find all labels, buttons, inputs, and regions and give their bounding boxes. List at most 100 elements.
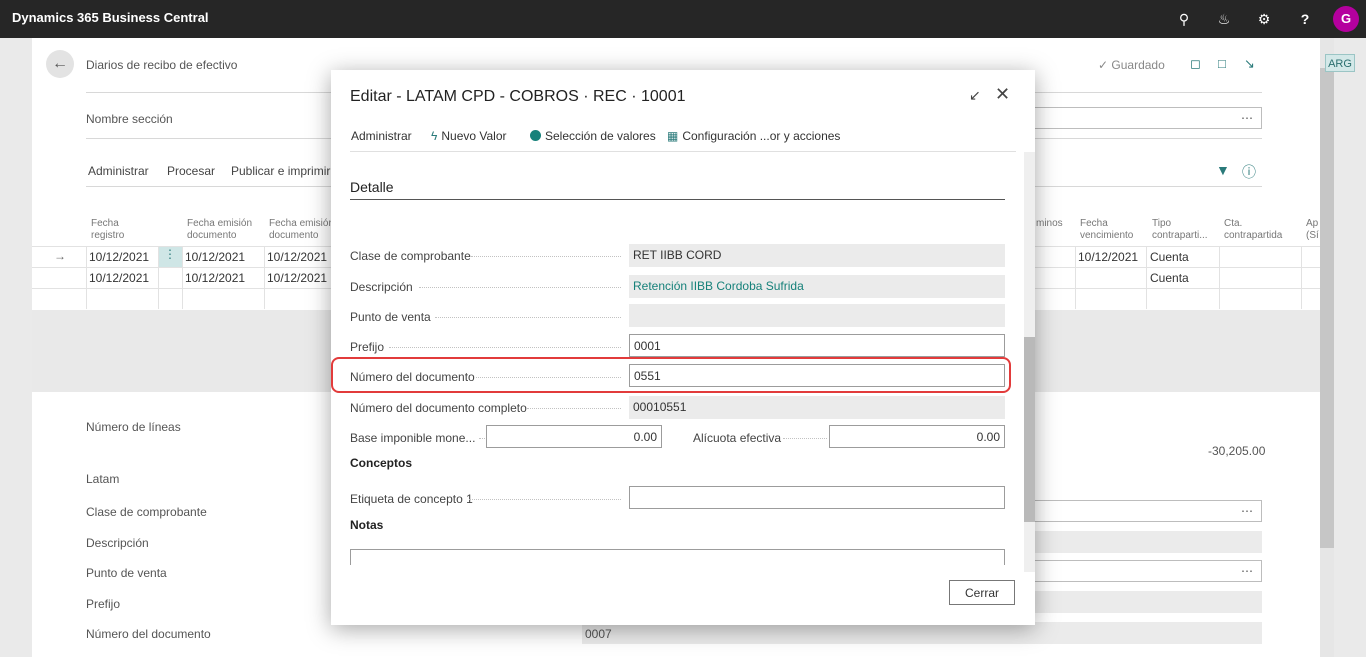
grid-divider: [86, 246, 87, 309]
input-etiqueta-concepto[interactable]: [629, 486, 1005, 509]
cell-fecha-vencimiento[interactable]: 10/12/2021: [1078, 250, 1138, 264]
app-brand[interactable]: Dynamics 365 Business Central: [12, 10, 209, 25]
grid-divider: [1219, 246, 1220, 309]
grid-header[interactable]: Fecha vencimiento: [1080, 218, 1133, 242]
ellipsis-icon[interactable]: ⋯: [1241, 504, 1253, 518]
latam-heading: Latam: [86, 472, 120, 486]
bg-field-descripcion: [1022, 531, 1262, 553]
avatar[interactable]: G: [1333, 6, 1359, 32]
num-lineas-label: Número de líneas: [86, 420, 181, 434]
toolbar-nuevo-valor-label: Nuevo Valor: [441, 129, 507, 143]
dialog-scrollbar[interactable]: [1024, 152, 1035, 572]
leader-dots: [469, 499, 621, 500]
leader-dots: [479, 438, 485, 439]
region-badge: ARG: [1325, 54, 1355, 72]
notas-heading: Notas: [350, 518, 384, 532]
input-alicuota[interactable]: 0.00: [829, 425, 1005, 448]
leader-dots: [419, 287, 621, 288]
grid-header[interactable]: Ap (Sí: [1306, 218, 1319, 242]
grid-header[interactable]: Fecha registro: [91, 218, 124, 242]
grid-header[interactable]: Cta. contrapartida: [1224, 218, 1282, 242]
bell-icon[interactable]: ♨: [1215, 10, 1233, 28]
cell-fecha-emision[interactable]: 10/12/2021: [185, 271, 245, 285]
cell-fecha-emision-2[interactable]: 10/12/2021: [267, 271, 327, 285]
info-icon[interactable]: ⓘ: [1242, 162, 1256, 182]
toolbar-seleccion-valores[interactable]: Selección de valores: [530, 129, 656, 143]
lightning-icon: ϟ: [431, 129, 438, 143]
grid-divider: [264, 246, 265, 309]
open-new-window-icon[interactable]: □: [1218, 56, 1226, 71]
cell-fecha-registro[interactable]: 10/12/2021: [89, 250, 149, 264]
back-arrow-icon[interactable]: ←: [46, 50, 74, 78]
toolbar-administrar[interactable]: Administrar: [351, 129, 412, 143]
circle-icon: [530, 130, 541, 141]
label-prefijo: Prefijo: [350, 340, 385, 354]
edit-dialog: Editar - LATAM CPD - COBROS · REC · 1000…: [331, 70, 1035, 625]
field-label: Clase de comprobante: [86, 505, 207, 519]
bookmark-icon[interactable]: ◻: [1190, 56, 1201, 72]
grid-header[interactable]: Fecha emisión documento: [187, 218, 252, 242]
label-alicuota: Alícuota efectiva: [693, 431, 782, 445]
close-icon[interactable]: ✕: [995, 84, 1010, 105]
label-base-imponible: Base imponible mone...: [350, 431, 476, 445]
label-descripcion: Descripción: [350, 280, 413, 294]
collapse-icon[interactable]: ↘: [1244, 56, 1255, 72]
label-punto-venta: Punto de venta: [350, 310, 431, 324]
value-clase-comprobante: RET IIBB CORD: [629, 244, 1005, 267]
grid-divider: [1301, 246, 1302, 309]
label-etiqueta-concepto: Etiqueta de concepto 1: [350, 492, 473, 506]
label-numero-completo: Número del documento completo: [350, 401, 527, 415]
ellipsis-icon[interactable]: ⋯: [1241, 111, 1253, 125]
ellipsis-icon[interactable]: ⋯: [1241, 564, 1253, 578]
grid-header[interactable]: minos: [1036, 218, 1063, 230]
leader-dots: [783, 438, 827, 439]
header-line: contraparti...: [1152, 230, 1208, 241]
dialog-toolbar: Administrar ϟ Nuevo Valor Selección de va…: [350, 122, 1016, 152]
cell-fecha-emision[interactable]: 10/12/2021: [185, 250, 245, 264]
bg-doc-value: 0007: [585, 627, 612, 641]
header-line: Ap: [1306, 218, 1319, 229]
gear-icon[interactable]: ⚙: [1255, 10, 1273, 28]
bg-field-prefijo: [1022, 591, 1262, 613]
field-label: Número del documento: [86, 627, 211, 641]
header-line: Fecha: [1080, 218, 1108, 229]
section-detalle[interactable]: Detalle: [350, 179, 394, 195]
field-label: Prefijo: [86, 597, 121, 611]
help-icon[interactable]: ?: [1296, 10, 1314, 28]
header-line: documento: [187, 230, 237, 241]
row-menu-icon[interactable]: ⋮: [158, 247, 182, 267]
section-name-field[interactable]: ⋯: [1022, 107, 1262, 129]
close-button[interactable]: Cerrar: [949, 580, 1015, 605]
collapse-icon[interactable]: ↙: [969, 87, 981, 104]
textarea-notas[interactable]: [350, 549, 1005, 565]
header-line: minos: [1036, 218, 1063, 229]
top-bar: Dynamics 365 Business Central ⚲ ♨ ⚙ ? G: [0, 0, 1366, 38]
leader-dots: [435, 317, 621, 318]
toolbar-nuevo-valor[interactable]: ϟ Nuevo Valor: [431, 129, 507, 143]
bg-field-clase[interactable]: ⋯: [1022, 500, 1262, 522]
menu-publicar[interactable]: Publicar e imprimir: [231, 164, 330, 178]
cell-tipo[interactable]: Cuenta: [1150, 271, 1189, 285]
page-scrollbar[interactable]: [1320, 38, 1334, 657]
saved-status: ✓ Guardado: [1098, 58, 1165, 72]
toolbar-configuracion[interactable]: ▦ Configuración ...or y acciones: [667, 129, 840, 143]
value-descripcion[interactable]: Retención IIBB Cordoba Sufrida: [629, 275, 1005, 298]
cell-tipo[interactable]: Cuenta: [1150, 250, 1189, 264]
filter-icon[interactable]: ▼: [1216, 162, 1230, 178]
scrollbar-thumb[interactable]: [1024, 337, 1035, 522]
cell-fecha-emision-2[interactable]: 10/12/2021: [267, 250, 327, 264]
search-icon[interactable]: ⚲: [1175, 10, 1193, 28]
header-line: Cta.: [1224, 218, 1243, 229]
menu-procesar[interactable]: Procesar: [167, 164, 215, 178]
cell-fecha-registro[interactable]: 10/12/2021: [89, 271, 149, 285]
field-label: Descripción: [86, 536, 149, 550]
grid-header[interactable]: Fecha emisión documento: [269, 218, 334, 242]
field-label: Punto de venta: [86, 566, 167, 580]
input-numero-documento[interactable]: 0551: [629, 364, 1005, 387]
grid-header[interactable]: Tipo contraparti...: [1152, 218, 1208, 242]
scrollbar-thumb[interactable]: [1320, 68, 1334, 548]
bg-field-punto-venta[interactable]: ⋯: [1022, 560, 1262, 582]
input-prefijo[interactable]: 0001: [629, 334, 1005, 357]
menu-administrar[interactable]: Administrar: [88, 164, 149, 178]
input-base-imponible[interactable]: 0.00: [486, 425, 662, 448]
